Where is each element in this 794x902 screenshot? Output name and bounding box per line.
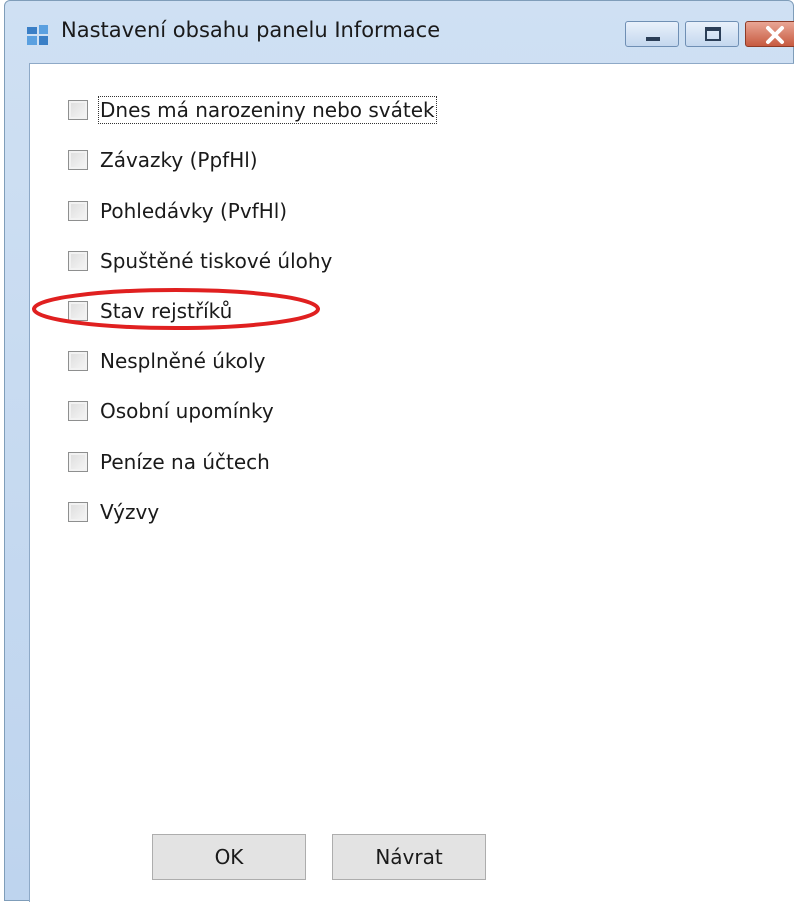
dialog-content: Dnes má narozeniny nebo svátek Závazky (… (29, 63, 794, 902)
checkbox[interactable] (68, 502, 88, 522)
checkbox-row-reminders[interactable]: Osobní upomínky (68, 396, 274, 426)
checkbox[interactable] (68, 251, 88, 271)
checkbox-label: Závazky (PpfHl) (100, 148, 258, 172)
checkbox-label: Dnes má narozeniny nebo svátek (98, 96, 437, 124)
window-title: Nastavení obsahu panelu Informace (61, 18, 441, 42)
checkbox-label: Pohledávky (PvfHl) (100, 199, 288, 223)
checkbox-row-open-tasks[interactable]: Nesplněné úkoly (68, 346, 265, 376)
checkbox-row-calls[interactable]: Výzvy (68, 497, 159, 527)
checkbox-label: Výzvy (100, 500, 160, 524)
checkbox-label: Nesplněné úkoly (100, 349, 266, 373)
checkbox[interactable] (68, 452, 88, 472)
maximize-icon (705, 27, 721, 41)
checkbox[interactable] (68, 201, 88, 221)
title-bar[interactable]: Nastavení obsahu panelu Informace (5, 1, 794, 61)
checkbox[interactable] (68, 301, 88, 321)
close-button[interactable] (745, 21, 794, 47)
ok-button[interactable]: OK (152, 834, 306, 880)
back-button[interactable]: Návrat (332, 834, 486, 880)
checkbox-label: Peníze na účtech (100, 450, 270, 474)
maximize-button[interactable] (685, 21, 739, 47)
app-window-icon (25, 23, 51, 47)
minimize-icon (646, 37, 660, 41)
checkbox[interactable] (68, 401, 88, 421)
checkbox-label: Spuštěné tiskové úlohy (100, 249, 333, 273)
minimize-button[interactable] (625, 21, 679, 47)
dialog-window: Nastavení obsahu panelu Informace Dnes m… (4, 0, 794, 902)
checkbox[interactable] (68, 150, 88, 170)
checkbox[interactable] (68, 100, 88, 120)
checkbox[interactable] (68, 351, 88, 371)
checkbox-row-print-jobs[interactable]: Spuštěné tiskové úlohy (68, 246, 332, 276)
checkbox-row-birthday[interactable]: Dnes má narozeniny nebo svátek (68, 95, 437, 125)
checkbox-row-account-money[interactable]: Peníze na účtech (68, 447, 270, 477)
checkbox-label: Osobní upomínky (100, 399, 274, 423)
checkbox-row-liabilities[interactable]: Závazky (PpfHl) (68, 145, 258, 175)
checkbox-row-registers-status[interactable]: Stav rejstříků (68, 296, 232, 326)
checkbox-label: Stav rejstříků (100, 299, 233, 323)
close-icon (766, 26, 784, 44)
checkbox-row-receivables[interactable]: Pohledávky (PvfHl) (68, 196, 287, 226)
